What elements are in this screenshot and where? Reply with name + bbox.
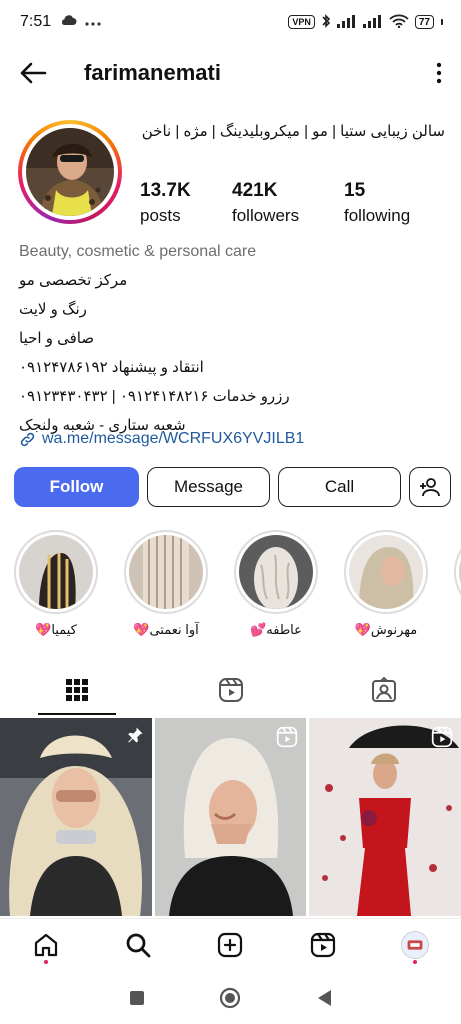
- recents-button[interactable]: [117, 978, 157, 1018]
- highlight-label: کیمیا💖: [35, 622, 77, 637]
- stat-value: 15: [344, 180, 366, 201]
- back-system-button[interactable]: [304, 978, 344, 1018]
- nav-search[interactable]: [115, 922, 161, 968]
- profile-avatar: [26, 128, 114, 216]
- bluetooth-icon: [321, 13, 331, 32]
- add-user-icon: [420, 478, 440, 497]
- active-tab-indicator: [38, 713, 116, 715]
- profile-full-name: سالن زیبایی ستیا | مو | میکروبلیدینگ | م…: [141, 123, 445, 140]
- profile-link[interactable]: wa.me/message/WCRFUX6YVJILB1: [19, 430, 304, 448]
- reel-badge-icon: [431, 726, 453, 753]
- stat-followers[interactable]: 421K followers: [232, 180, 344, 226]
- stat-following[interactable]: 15 following: [344, 180, 410, 226]
- highlight-label: آوا نعمتی💖: [133, 622, 199, 637]
- search-icon: [126, 933, 151, 957]
- highlight-cover: [349, 535, 423, 609]
- bio-line: انتقاد و پیشنهاد ۰۹۱۲۴۷۸۶۱۹۲: [19, 359, 204, 376]
- notification-dot: [44, 959, 49, 964]
- profile-link-text: wa.me/message/WCRFUX6YVJILB1: [42, 430, 305, 447]
- vpn-badge: VPN: [288, 15, 315, 29]
- square-icon: [129, 991, 144, 1005]
- stat-posts[interactable]: 13.7K posts: [140, 180, 232, 226]
- stat-value: 421K: [232, 180, 278, 201]
- post-thumbnail[interactable]: [309, 718, 461, 916]
- post-thumbnail[interactable]: [154, 718, 307, 916]
- nav-home[interactable]: [23, 922, 69, 968]
- more-dots-icon: [85, 13, 101, 31]
- profile-stats: 13.7K posts 421K followers 15 following: [140, 180, 440, 226]
- tab-reels[interactable]: [154, 665, 308, 715]
- bio-line: رنگ و لایت: [19, 301, 87, 318]
- highlight-label: مهرنوش💖: [354, 622, 418, 637]
- grid-icon: [65, 679, 88, 701]
- profile-bio: مرکز تخصصی مو رنگ و لایت صافی و احیا انت…: [19, 266, 319, 440]
- stat-label: following: [344, 206, 411, 225]
- profile-category: Beauty, cosmetic & personal care: [19, 243, 257, 260]
- highlight-item[interactable]: مهرنوش💖: [342, 530, 430, 638]
- more-options-button[interactable]: [417, 50, 461, 96]
- profile-avatar: [400, 930, 429, 959]
- highlight-item[interactable]: کیمیا💖: [12, 530, 100, 638]
- bio-line: مرکز تخصصی مو: [19, 272, 128, 289]
- signal-icon: [362, 14, 383, 31]
- highlight-label: عاطفه💕: [250, 622, 302, 637]
- cloud-icon: [59, 13, 77, 31]
- home-icon: [34, 933, 58, 956]
- profile-tabs: [0, 665, 461, 715]
- back-button[interactable]: [0, 50, 66, 96]
- battery-level: 77: [418, 16, 430, 28]
- reels-icon: [218, 678, 243, 702]
- bio-line: صافی و احیا: [19, 330, 95, 347]
- stat-label: followers: [232, 206, 300, 225]
- profile-header: farimanemati: [0, 50, 461, 96]
- call-button[interactable]: Call: [278, 467, 401, 507]
- status-time: 7:51: [20, 13, 52, 30]
- post-thumbnail[interactable]: [0, 718, 152, 916]
- highlight-item[interactable]: آوا نعمتی💖: [122, 530, 210, 638]
- highlight-item[interactable]: عاطفه💕: [232, 530, 320, 638]
- tagged-icon: [372, 677, 397, 702]
- create-icon: [218, 932, 243, 957]
- posts-grid: [0, 718, 461, 916]
- status-bar: 7:51 VPN 77: [0, 0, 461, 44]
- link-icon: [20, 432, 35, 446]
- suggested-users-button[interactable]: [409, 467, 451, 507]
- triangle-back-icon: [318, 990, 332, 1006]
- notification-dot: [412, 959, 417, 964]
- home-button[interactable]: [210, 978, 250, 1018]
- nav-reels[interactable]: [300, 922, 346, 968]
- nav-create[interactable]: [207, 922, 253, 968]
- reels-icon: [310, 932, 335, 957]
- highlight-cover: [19, 535, 93, 609]
- back-arrow-icon: [20, 62, 47, 84]
- profile-avatar-ring[interactable]: [18, 120, 122, 224]
- bio-line: رزرو خدمات ۰۹۱۲۴۱۴۸۲۱۶ | ۰۹۱۲۳۴۳۰۴۳۲: [19, 388, 290, 405]
- follow-button[interactable]: Follow: [14, 467, 139, 507]
- highlight-cover: [239, 535, 313, 609]
- highlight-cover: [129, 535, 203, 609]
- profile-username: farimanemati: [84, 60, 221, 85]
- wifi-icon: [389, 14, 409, 31]
- reel-badge-icon: [276, 726, 298, 753]
- pinned-icon: [126, 726, 144, 749]
- stat-label: posts: [140, 206, 181, 225]
- signal-icon: [336, 14, 357, 31]
- circle-icon: [220, 987, 241, 1009]
- system-navigation: [0, 972, 461, 1024]
- vertical-dots-icon: [436, 62, 442, 84]
- nav-profile[interactable]: [392, 922, 438, 968]
- message-button[interactable]: Message: [147, 467, 270, 507]
- story-highlights: کیمیا💖 آوا نعمتی💖 عاطفه💕 مهرنوش💖: [12, 530, 461, 638]
- battery-icon: 77: [414, 15, 434, 29]
- tab-tagged[interactable]: [307, 665, 461, 715]
- highlight-item-partial[interactable]: [452, 530, 461, 638]
- battery-tip: [441, 19, 443, 25]
- profile-actions: Follow Message Call: [14, 467, 451, 507]
- tab-posts-grid[interactable]: [0, 665, 154, 715]
- stat-value: 13.7K: [140, 180, 191, 201]
- bottom-navigation: [0, 918, 461, 970]
